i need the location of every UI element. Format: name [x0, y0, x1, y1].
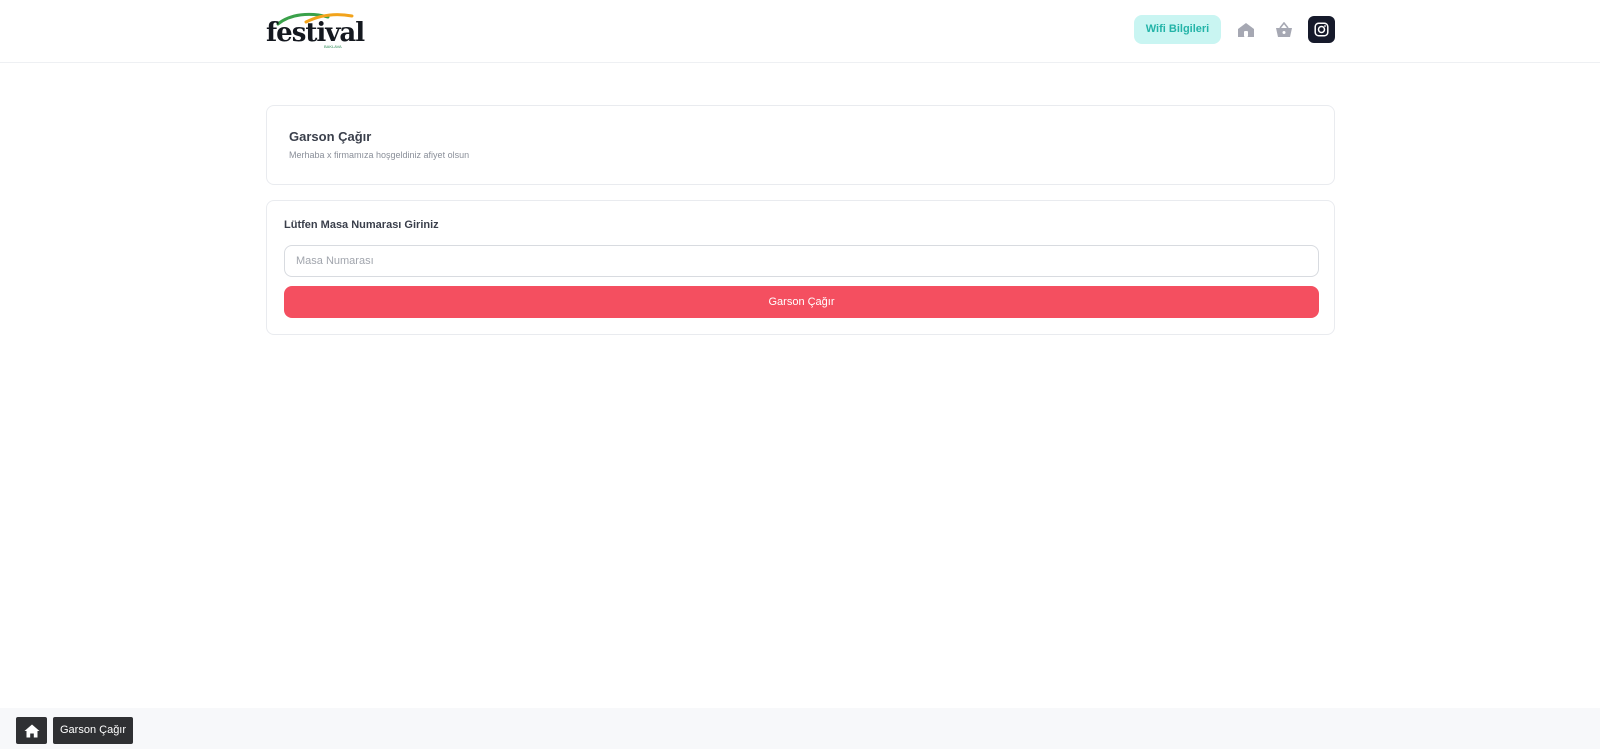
page-title: Garson Çağır — [289, 129, 372, 144]
bottom-breadcrumb-bar: Garson Çağır — [0, 708, 1600, 749]
home-icon — [1238, 23, 1254, 37]
home-icon — [24, 724, 39, 737]
call-waiter-form: Lütfen Masa Numarası Giriniz Garson Çağı… — [266, 200, 1335, 335]
intro-card: Garson Çağır Merhaba x firmamıza hoşgeld… — [266, 105, 1335, 185]
top-navbar: festival BAKLAVA Wifi Bilgileri — [0, 0, 1600, 63]
instagram-icon — [1314, 22, 1329, 37]
logo-wordmark: festival — [266, 18, 365, 48]
festival-logo[interactable]: festival BAKLAVA — [266, 12, 365, 49]
basket-icon — [1276, 22, 1292, 37]
call-waiter-button[interactable]: Garson Çağır — [284, 286, 1319, 318]
basket-button[interactable] — [1271, 17, 1297, 43]
instagram-button[interactable] — [1308, 16, 1335, 43]
table-number-label: Lütfen Masa Numarası Giriniz — [284, 219, 439, 231]
logo-tagline: BAKLAVA — [324, 44, 342, 49]
breadcrumb-home-button[interactable] — [16, 717, 47, 744]
wifi-info-button[interactable]: Wifi Bilgileri — [1134, 15, 1221, 44]
welcome-message: Merhaba x firmamıza hoşgeldiniz afiyet o… — [289, 150, 470, 160]
breadcrumb-current-page[interactable]: Garson Çağır — [53, 717, 134, 744]
home-button[interactable] — [1233, 17, 1259, 43]
table-number-input[interactable] — [284, 245, 1319, 277]
